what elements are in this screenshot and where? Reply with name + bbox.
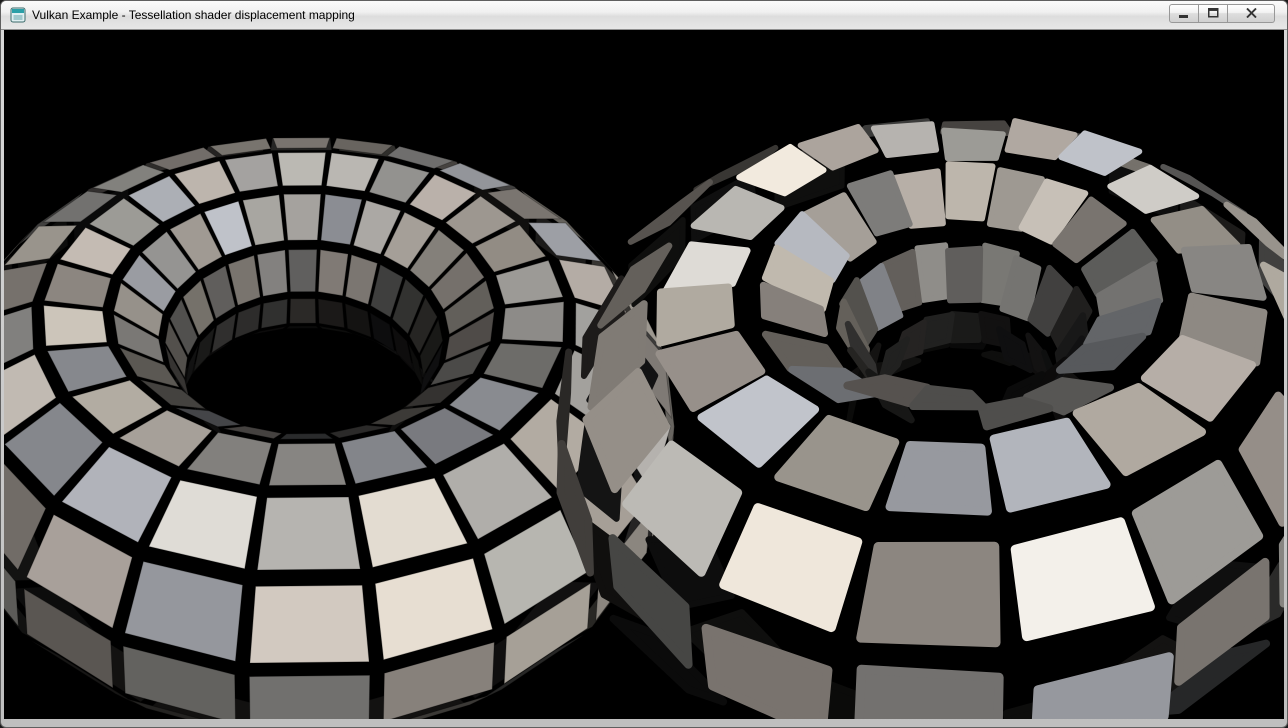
app-icon <box>10 7 26 23</box>
close-button[interactable] <box>1228 4 1275 23</box>
scene-canvas <box>4 30 1284 719</box>
torus-without-displacement <box>4 138 674 719</box>
window-controls <box>1169 4 1275 23</box>
close-icon <box>1246 6 1257 21</box>
title-bar[interactable]: Vulkan Example - Tessellation shader dis… <box>1 1 1287 30</box>
render-viewport[interactable] <box>4 30 1284 719</box>
window-title: Vulkan Example - Tessellation shader dis… <box>32 8 355 22</box>
maximize-button[interactable] <box>1199 4 1228 23</box>
maximize-icon <box>1208 6 1219 21</box>
app-window: Vulkan Example - Tessellation shader dis… <box>0 0 1288 728</box>
minimize-icon <box>1179 6 1189 21</box>
minimize-button[interactable] <box>1169 4 1199 23</box>
